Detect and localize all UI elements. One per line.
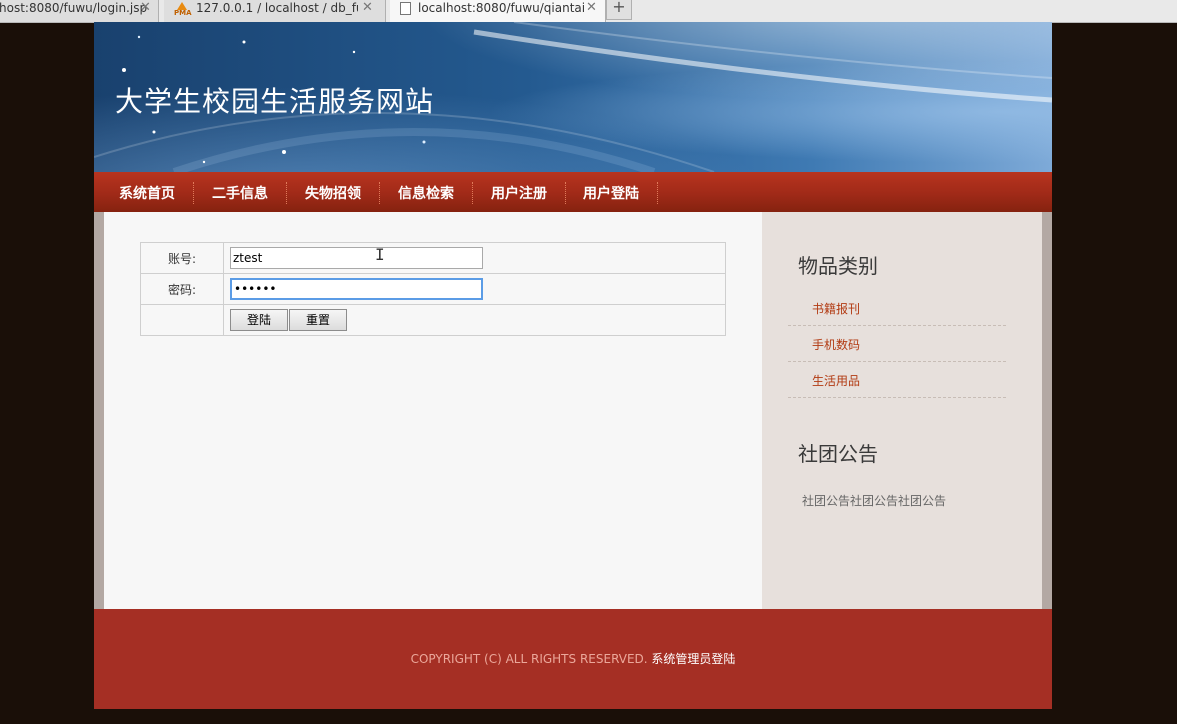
category-list: 书籍报刊 手机数码 生活用品	[788, 290, 1006, 398]
reset-button[interactable]: 重置	[289, 309, 348, 331]
login-form: 账号: 密码: 登陆重置	[140, 242, 726, 336]
button-row: 登陆 重置	[140, 304, 726, 336]
new-tab-button[interactable]: +	[606, 0, 632, 20]
browser-tab-current[interactable]: localhost:8080/fuwu/qiantai/u ✕	[390, 0, 606, 22]
close-icon[interactable]: ✕	[140, 0, 151, 16]
account-row: 账号:	[140, 242, 726, 274]
page: 大学生校园生活服务网站 系统首页 二手信息 失物招领 信息检索 用户注册 用户登…	[94, 22, 1052, 709]
browser-tab-title: host:8080/fuwu/login.jsp	[0, 1, 148, 15]
nav-item-register[interactable]: 用户注册	[491, 172, 547, 212]
password-input[interactable]	[230, 278, 483, 300]
notice-text: 社团公告社团公告社团公告	[802, 494, 947, 508]
browser-tab-strip: host:8080/fuwu/login.jsp ✕ PMA 127.0.0.1…	[0, 0, 1177, 23]
sidebar: 物品类别 书籍报刊 手机数码 生活用品 社团公告 社团公告社团公告社团公告	[762, 212, 1042, 609]
account-label: 账号:	[140, 242, 224, 274]
category-item-digital[interactable]: 手机数码	[788, 326, 1006, 362]
nav-separator	[286, 182, 287, 204]
category-item-books[interactable]: 书籍报刊	[788, 290, 1006, 326]
text-cursor-icon: I	[375, 245, 385, 264]
phpmyadmin-icon: PMA	[174, 2, 192, 17]
admin-login-link[interactable]: 系统管理员登陆	[651, 652, 735, 666]
header-banner: 大学生校园生活服务网站	[94, 22, 1052, 172]
close-icon[interactable]: ✕	[586, 0, 597, 16]
account-input[interactable]	[230, 247, 483, 269]
category-heading: 物品类别	[798, 254, 878, 278]
password-row: 密码:	[140, 273, 726, 305]
nav-item-search[interactable]: 信息检索	[398, 172, 454, 212]
page-icon	[400, 2, 411, 15]
nav-separator	[565, 182, 566, 204]
nav-item-home[interactable]: 系统首页	[119, 172, 175, 212]
main-navigation: 系统首页 二手信息 失物招领 信息检索 用户注册 用户登陆	[94, 172, 1052, 212]
main-content: 账号: 密码: 登陆重置 I	[104, 212, 762, 609]
content-area: 账号: 密码: 登陆重置 I	[94, 212, 1052, 609]
login-button[interactable]: 登陆	[230, 309, 289, 331]
browser-tab-login[interactable]: host:8080/fuwu/login.jsp ✕	[0, 0, 159, 22]
nav-item-login[interactable]: 用户登陆	[583, 172, 639, 212]
close-icon[interactable]: ✕	[362, 0, 373, 16]
notice-heading: 社团公告	[798, 442, 878, 466]
site-title: 大学生校园生活服务网站	[115, 85, 435, 118]
category-item-daily[interactable]: 生活用品	[788, 362, 1006, 398]
browser-tab-title: 127.0.0.1 / localhost / db_fuwu	[196, 1, 358, 15]
copyright-text: COPYRIGHT (C) ALL RIGHTS RESERVED.	[410, 652, 648, 666]
browser-tab-title: localhost:8080/fuwu/qiantai/u	[418, 1, 584, 15]
nav-separator	[193, 182, 194, 204]
footer: COPYRIGHT (C) ALL RIGHTS RESERVED. 系统管理员…	[94, 609, 1052, 709]
nav-item-secondhand[interactable]: 二手信息	[212, 172, 268, 212]
nav-separator	[379, 182, 380, 204]
nav-separator	[472, 182, 473, 204]
nav-item-lost-found[interactable]: 失物招领	[305, 172, 361, 212]
nav-separator	[657, 182, 658, 204]
browser-tab-phpmyadmin[interactable]: PMA 127.0.0.1 / localhost / db_fuwu ✕	[164, 0, 386, 22]
password-label: 密码:	[140, 273, 224, 305]
